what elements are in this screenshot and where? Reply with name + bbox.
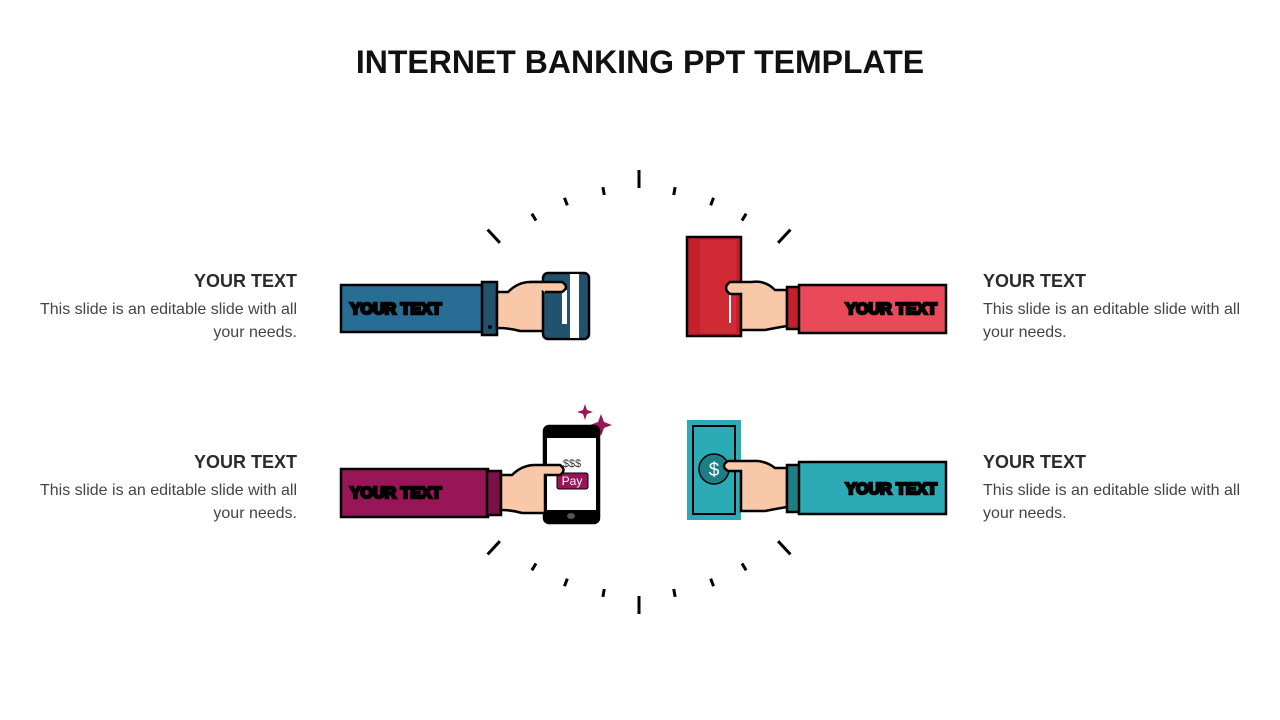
tick-mark (740, 562, 748, 572)
tick-mark (563, 197, 569, 206)
arm-smartphone: $$$ Pay YOUR TEXT (339, 404, 612, 525)
tick-mark (601, 588, 606, 598)
tick-mark (530, 212, 538, 222)
diagram: YOUR TEXT YOUR TEXT $$$ Pay YOUR TEXT $ … (339, 170, 948, 614)
amount-text: $$$ (563, 458, 581, 470)
tick-mark (709, 197, 715, 206)
tick-mark (777, 228, 792, 244)
arm-red-envelope: YOUR TEXT (685, 235, 948, 338)
tick-mark (486, 228, 501, 244)
tick-mark (672, 588, 677, 598)
tick-mark (563, 578, 569, 587)
arm-credit-card: YOUR TEXT (339, 271, 591, 341)
dollar-symbol: $ (709, 460, 720, 481)
pay-label: Pay (562, 474, 583, 488)
arm-label: YOUR TEXT (845, 481, 937, 498)
arm-label: YOUR TEXT (845, 301, 937, 318)
tick-mark (530, 562, 538, 572)
arm-label: YOUR TEXT (350, 301, 442, 318)
tick-mark (672, 186, 677, 196)
tick-mark (740, 212, 748, 222)
arm-dollar-bill: $ YOUR TEXT (687, 420, 948, 520)
cuff (485, 469, 503, 517)
tick-mark (709, 578, 715, 587)
tick-ring (486, 170, 792, 614)
tick-mark (777, 540, 792, 556)
tick-mark (486, 540, 501, 556)
arm-label: YOUR TEXT (350, 485, 442, 502)
tick-mark (601, 186, 606, 196)
